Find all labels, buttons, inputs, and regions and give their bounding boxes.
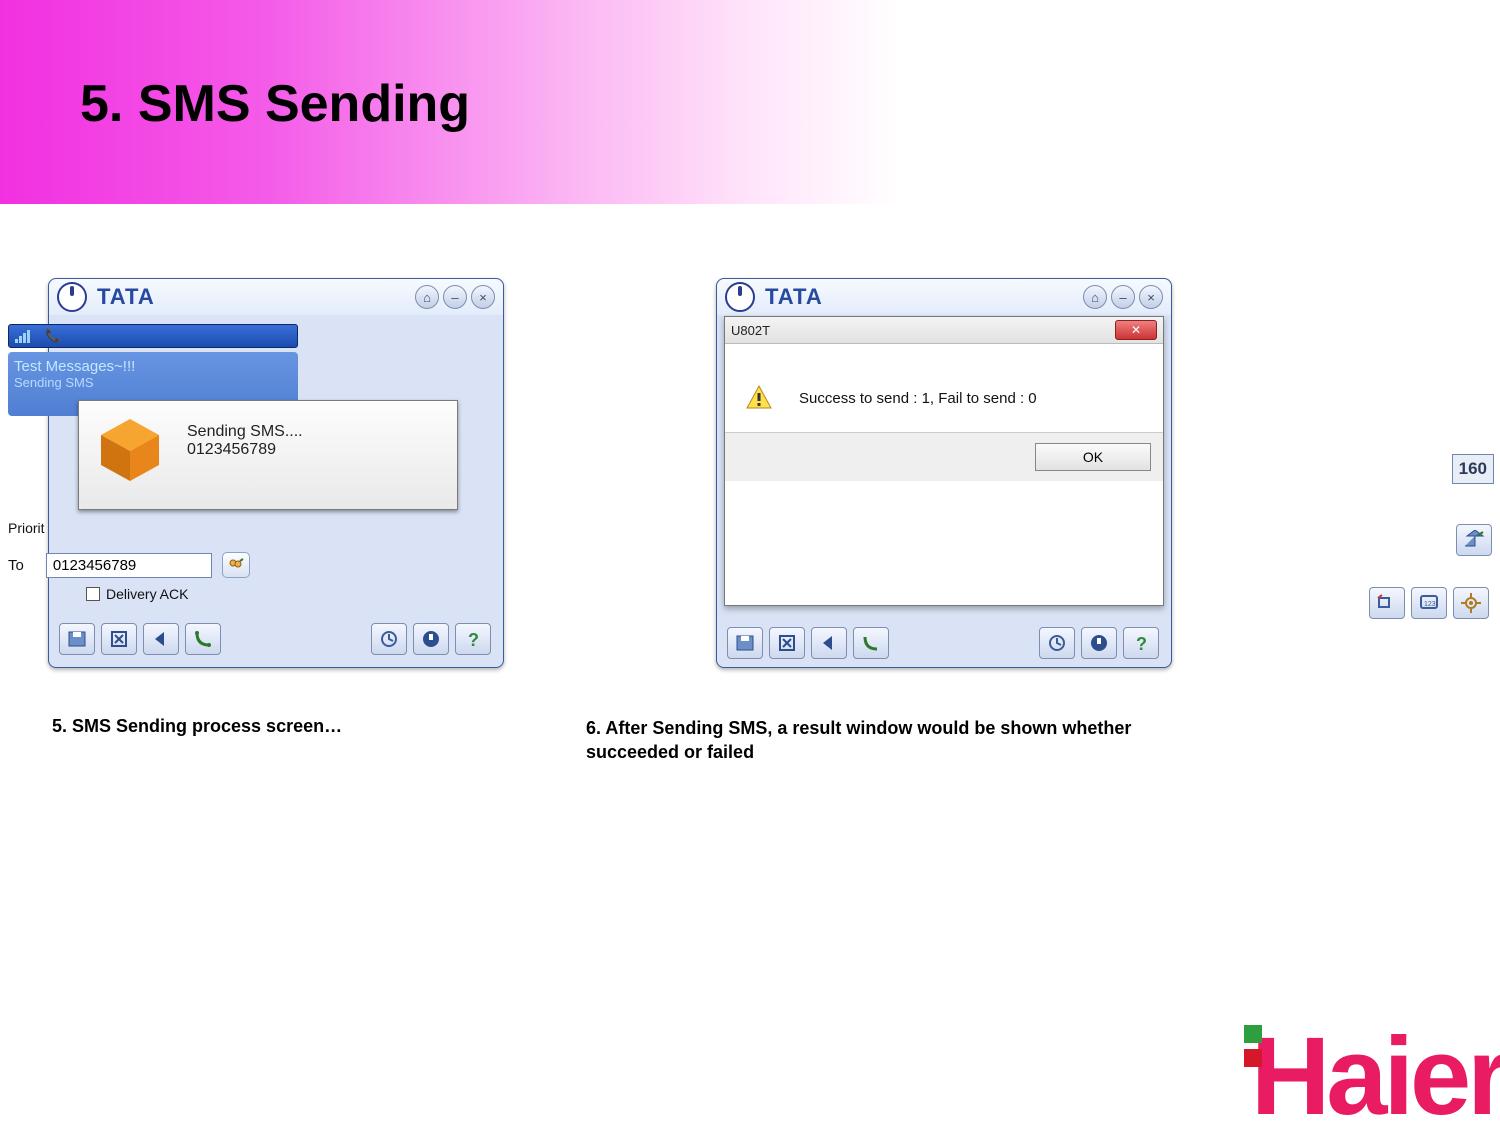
logo-green-square-icon xyxy=(1244,1025,1262,1043)
window-titlebar: TATA ⌂ – × xyxy=(49,279,503,315)
haier-logo: Haier xyxy=(1251,1013,1500,1140)
dialog-close-button[interactable]: ✕ xyxy=(1115,320,1157,340)
send-button[interactable] xyxy=(1456,524,1492,556)
help-button[interactable]: ? xyxy=(1123,627,1159,659)
progress-text: Sending SMS.... 0123456789 xyxy=(187,423,303,459)
save-button[interactable] xyxy=(727,627,763,659)
delete-button[interactable] xyxy=(769,627,805,659)
to-input[interactable] xyxy=(46,553,212,578)
brand-label: TATA xyxy=(765,284,823,310)
brand-label: TATA xyxy=(97,284,155,310)
compose-side-buttons-2: 123 xyxy=(1366,584,1492,622)
to-label: To xyxy=(8,557,24,574)
reply-button[interactable] xyxy=(1369,587,1405,619)
back-button[interactable] xyxy=(143,623,179,655)
call-button[interactable] xyxy=(853,627,889,659)
signal-icon xyxy=(15,329,39,343)
result-dialog: U802T ✕ Success to send : 1, Fail to sen… xyxy=(724,316,1164,606)
home-button[interactable] xyxy=(413,623,449,655)
svg-text:?: ? xyxy=(1136,634,1147,653)
delivery-ack-row[interactable]: Delivery ACK xyxy=(86,586,188,602)
delivery-ack-checkbox[interactable] xyxy=(86,587,100,601)
history-button[interactable] xyxy=(1039,627,1075,659)
settings-button[interactable] xyxy=(1453,587,1489,619)
svg-text:123: 123 xyxy=(1424,601,1436,608)
caption-right: 6. After Sending SMS, a result window wo… xyxy=(586,716,1156,765)
char-counter: 160 xyxy=(1452,454,1494,484)
compose-side-buttons xyxy=(1456,520,1492,560)
svg-text:?: ? xyxy=(468,630,479,649)
recipient-bar-icon: 📞 xyxy=(45,328,61,344)
call-button[interactable] xyxy=(185,623,221,655)
priority-label-clipped: Priorit xyxy=(8,520,45,536)
window-titlebar: TATA ⌂ – × xyxy=(717,279,1171,315)
tata-logo-icon xyxy=(725,282,755,312)
warning-icon xyxy=(745,384,773,412)
addressbook-button[interactable] xyxy=(222,552,250,578)
package-icon xyxy=(95,415,165,485)
dialog-titlebar: U802T ✕ xyxy=(725,317,1163,344)
template-button[interactable]: 123 xyxy=(1411,587,1447,619)
dialog-message: Success to send : 1, Fail to send : 0 xyxy=(799,390,1037,407)
sending-progress-dialog: Sending SMS.... 0123456789 xyxy=(78,400,458,510)
recipient-bar: 📞 xyxy=(8,324,298,348)
close-button[interactable]: × xyxy=(1139,285,1163,309)
page-title: 5. SMS Sending xyxy=(80,74,470,134)
ok-button[interactable]: OK xyxy=(1035,443,1151,471)
logo-red-square-icon xyxy=(1244,1049,1262,1067)
dialog-title: U802T xyxy=(731,323,770,338)
home-button[interactable] xyxy=(1081,627,1117,659)
close-button[interactable]: × xyxy=(471,285,495,309)
back-button[interactable] xyxy=(811,627,847,659)
minimize-button[interactable]: – xyxy=(443,285,467,309)
tata-logo-icon xyxy=(57,282,87,312)
pin-button[interactable]: ⌂ xyxy=(1083,285,1107,309)
delete-button[interactable] xyxy=(101,623,137,655)
minimize-button[interactable]: – xyxy=(1111,285,1135,309)
save-button[interactable] xyxy=(59,623,95,655)
history-button[interactable] xyxy=(371,623,407,655)
help-button[interactable]: ? xyxy=(455,623,491,655)
caption-left: 5. SMS Sending process screen… xyxy=(52,716,342,737)
to-row: To xyxy=(8,552,250,578)
pin-button[interactable]: ⌂ xyxy=(415,285,439,309)
